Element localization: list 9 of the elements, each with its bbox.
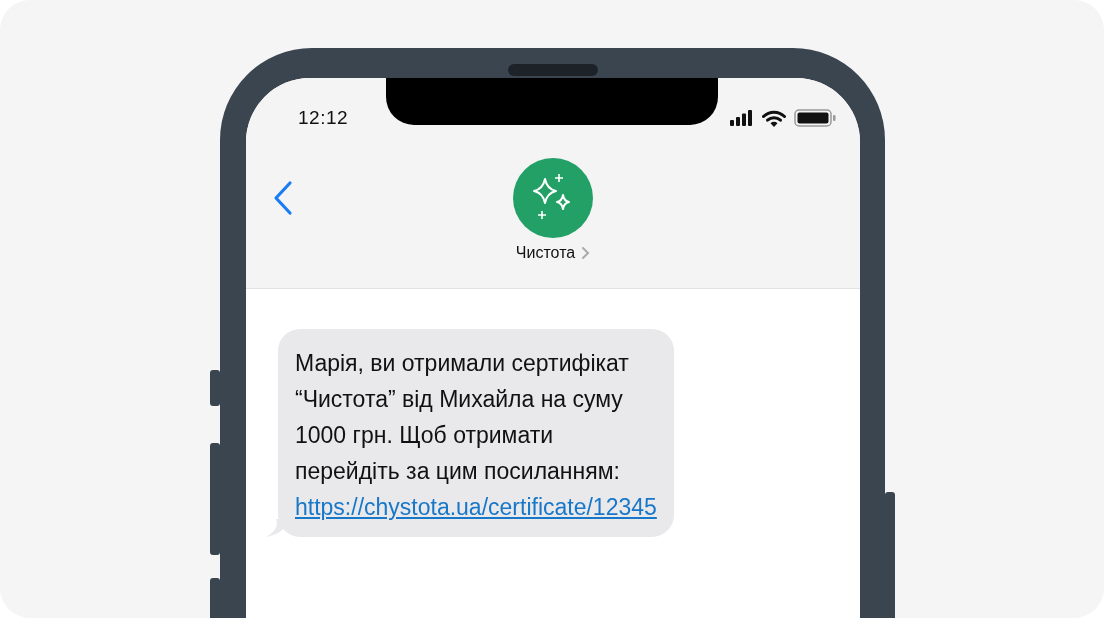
message-text: Марія, ви отримали сертифікат “Чистота” від Михайла на суму 1000 грн. Щоб отримати перейдіть за цим посиланням:	[295, 349, 630, 486]
signal-icon	[730, 110, 754, 126]
battery-icon	[794, 109, 836, 127]
back-icon[interactable]	[272, 180, 294, 216]
chevron-icon	[581, 246, 591, 260]
contact-name[interactable]: Чистота	[515, 244, 576, 262]
message-link[interactable]: https://chystota.ua/certificate/12345	[295, 489, 657, 525]
wifi-icon	[762, 109, 786, 127]
status-time: 12:12	[298, 107, 349, 129]
